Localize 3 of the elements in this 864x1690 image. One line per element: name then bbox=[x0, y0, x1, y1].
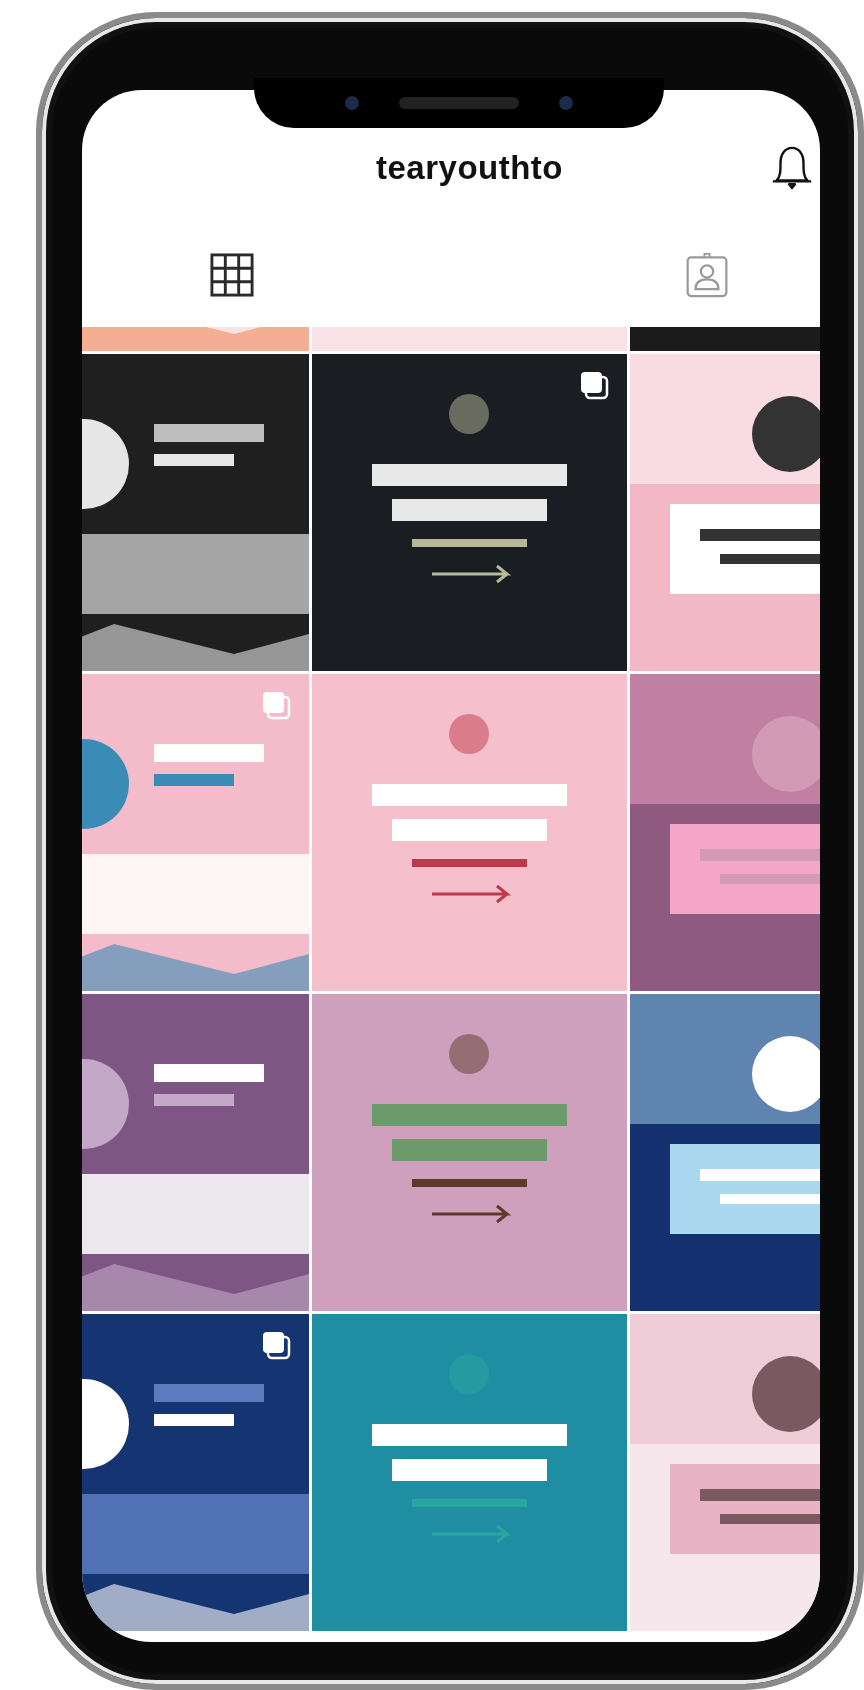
tagged-photos-tab-icon[interactable] bbox=[685, 252, 730, 298]
profile-username: tearyouthto bbox=[376, 148, 563, 187]
grid-tab-icon[interactable] bbox=[209, 252, 254, 298]
